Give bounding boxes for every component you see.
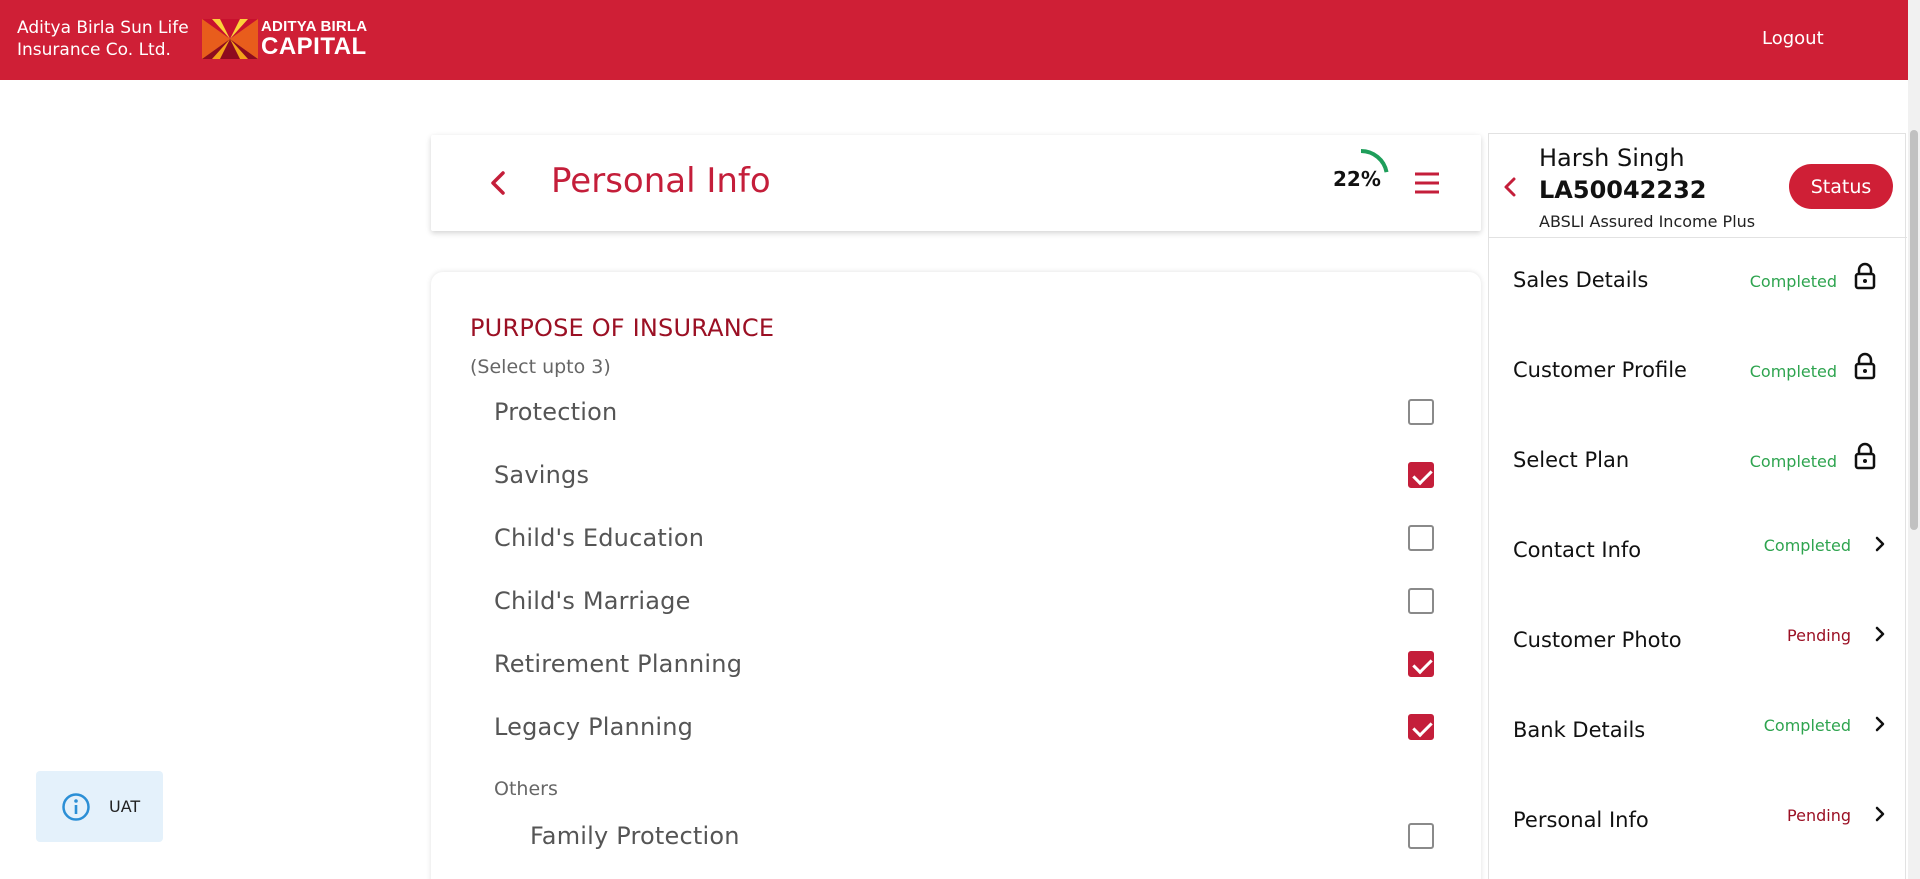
- page-scrollbar[interactable]: [1908, 0, 1920, 879]
- others-label: Others: [494, 778, 558, 800]
- step-label: Select Plan: [1513, 448, 1630, 472]
- step-status: Completed: [1763, 716, 1851, 735]
- purpose-option[interactable]: Child's Marriage: [494, 581, 1434, 621]
- purpose-option[interactable]: Legacy Planning: [494, 707, 1434, 747]
- status-button[interactable]: Status: [1789, 164, 1893, 209]
- brand-name: Aditya Birla Sun Life Insurance Co. Ltd.: [17, 17, 189, 61]
- step-status: Completed: [1749, 362, 1837, 381]
- chevron-right-icon[interactable]: [1873, 714, 1887, 734]
- lock-icon: [1854, 262, 1876, 290]
- page-title: Personal Info: [551, 161, 771, 201]
- step-item[interactable]: Customer Photo Pending: [1489, 598, 1907, 688]
- checkbox[interactable]: [1408, 588, 1434, 614]
- checkbox[interactable]: [1408, 525, 1434, 551]
- section-subtitle: (Select upto 3): [470, 356, 611, 378]
- purpose-option[interactable]: Protection: [494, 392, 1434, 432]
- option-label: Family Protection: [530, 822, 740, 850]
- aditya-birla-capital-logo: ADITYA BIRLA CAPITAL: [202, 19, 367, 59]
- application-id: LA50042232: [1539, 176, 1707, 204]
- checkbox[interactable]: [1408, 651, 1434, 677]
- chevron-right-icon[interactable]: [1873, 804, 1887, 824]
- step-item[interactable]: Personal Info Pending: [1489, 778, 1907, 868]
- step-item[interactable]: Select Plan Completed: [1489, 418, 1907, 508]
- plan-name: ABSLI Assured Income Plus: [1539, 212, 1756, 231]
- customer-name: Harsh Singh: [1539, 144, 1685, 172]
- checkbox[interactable]: [1408, 462, 1434, 488]
- step-status: Pending: [1787, 806, 1851, 825]
- option-label: Retirement Planning: [494, 650, 743, 678]
- top-header: Aditya Birla Sun Life Insurance Co. Ltd.…: [0, 0, 1908, 80]
- purpose-form-card: PURPOSE OF INSURANCE (Select upto 3) Pro…: [431, 272, 1481, 879]
- step-label: Customer Photo: [1513, 628, 1682, 652]
- option-label: Child's Marriage: [494, 587, 691, 615]
- purpose-option[interactable]: Retirement Planning: [494, 644, 1434, 684]
- brand-line-1: Aditya Birla Sun Life: [17, 18, 189, 38]
- purpose-option[interactable]: Child's Education: [494, 518, 1434, 558]
- application-side-panel: Harsh Singh LA50042232 ABSLI Assured Inc…: [1488, 133, 1907, 879]
- environment-label: UAT: [109, 797, 141, 816]
- step-label: Bank Details: [1513, 718, 1646, 742]
- option-label: Child's Education: [494, 524, 705, 552]
- step-item[interactable]: Customer Profile Completed: [1489, 328, 1907, 418]
- option-label: Protection: [494, 398, 618, 426]
- checkbox[interactable]: [1408, 823, 1434, 849]
- purpose-option[interactable]: Savings: [494, 455, 1434, 495]
- step-label: Personal Info: [1513, 808, 1649, 832]
- section-title: PURPOSE OF INSURANCE: [470, 314, 775, 342]
- collapse-chevron-icon[interactable]: [1499, 174, 1521, 200]
- step-status: Completed: [1749, 452, 1837, 471]
- progress-percentage: 22%: [1333, 167, 1381, 191]
- back-arrow-icon[interactable]: [483, 165, 513, 201]
- step-label: Contact Info: [1513, 538, 1642, 562]
- step-label: Customer Profile: [1513, 358, 1687, 382]
- option-label: Savings: [494, 461, 590, 489]
- lock-icon: [1854, 442, 1876, 470]
- step-label: Sales Details: [1513, 268, 1649, 292]
- menu-icon[interactable]: [1413, 171, 1441, 195]
- environment-badge: UAT: [36, 771, 163, 842]
- checkbox[interactable]: [1408, 714, 1434, 740]
- step-status: Pending: [1787, 626, 1851, 645]
- logo-words: ADITYA BIRLA CAPITAL: [261, 19, 367, 59]
- checkbox[interactable]: [1408, 399, 1434, 425]
- chevron-right-icon[interactable]: [1873, 534, 1887, 554]
- logout-button[interactable]: Logout: [1762, 28, 1824, 49]
- brand-line-2: Insurance Co. Ltd.: [17, 40, 171, 60]
- purpose-option-other[interactable]: Family Protection: [530, 816, 1434, 856]
- customer-summary: Harsh Singh LA50042232 ABSLI Assured Inc…: [1489, 134, 1907, 238]
- scrollbar-thumb[interactable]: [1910, 130, 1918, 530]
- info-icon: [62, 792, 90, 821]
- chevron-right-icon[interactable]: [1873, 624, 1887, 644]
- logo-mark-icon: [202, 19, 258, 59]
- logo-line-1: ADITYA BIRLA: [261, 18, 368, 35]
- page-title-bar: Personal Info 22%: [431, 135, 1481, 231]
- logo-line-2: CAPITAL: [261, 33, 367, 60]
- step-item[interactable]: Contact Info Completed: [1489, 508, 1907, 598]
- step-status: Completed: [1749, 272, 1837, 291]
- lock-icon: [1854, 352, 1876, 380]
- step-item[interactable]: Bank Details Completed: [1489, 688, 1907, 778]
- step-status: Completed: [1763, 536, 1851, 555]
- step-item[interactable]: Sales Details Completed: [1489, 238, 1907, 328]
- option-label: Legacy Planning: [494, 713, 694, 741]
